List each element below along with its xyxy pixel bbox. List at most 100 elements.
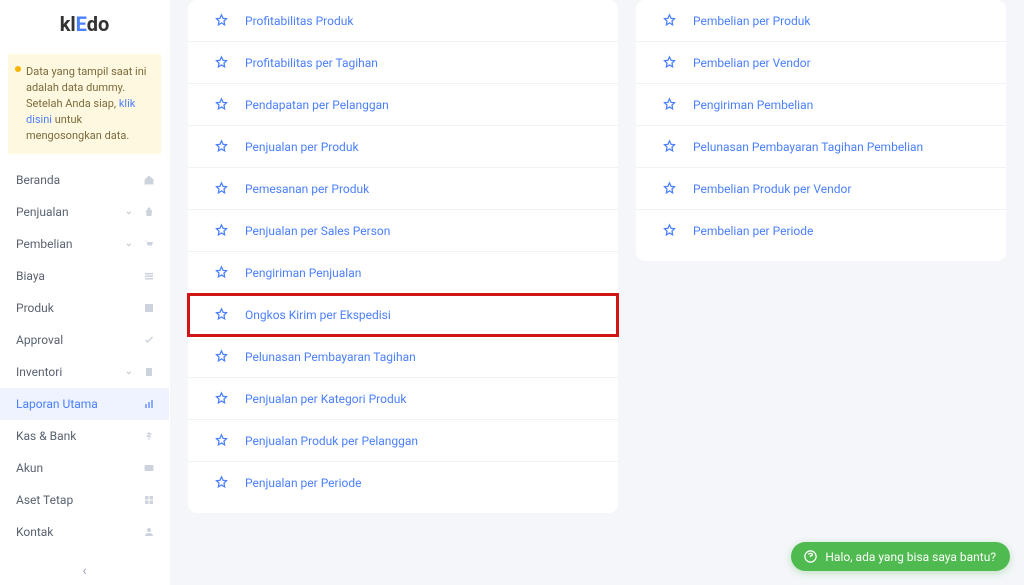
nav-item-label: Inventori	[16, 365, 125, 379]
report-item[interactable]: Pengiriman Penjualan	[188, 252, 618, 294]
nav-item-label: Kontak	[16, 525, 143, 539]
star-icon[interactable]	[214, 139, 229, 154]
sidebar-collapse[interactable]: ‹	[0, 557, 169, 585]
report-link[interactable]: Profitabilitas per Tagihan	[245, 56, 378, 70]
stack-icon	[143, 270, 155, 282]
user-icon	[143, 526, 155, 538]
logo-part2: do	[87, 12, 110, 36]
grid-icon	[143, 494, 155, 506]
star-icon[interactable]	[214, 13, 229, 28]
nav-item-inventori[interactable]: Inventori⌄	[0, 356, 169, 388]
report-card-right: Pembelian per Produk Pembelian per Vendor…	[636, 0, 1006, 261]
logo-part1: kl	[60, 12, 76, 36]
nav-item-label: Penjualan	[16, 205, 125, 219]
logo-accent: E	[76, 12, 87, 36]
star-icon[interactable]	[662, 223, 677, 238]
nav-item-label: Pembelian	[16, 237, 125, 251]
whatsapp-icon	[803, 549, 818, 564]
help-chat-button[interactable]: Halo, ada yang bisa saya bantu?	[791, 542, 1010, 571]
star-icon[interactable]	[214, 475, 229, 490]
report-item[interactable]: Ongkos Kirim per Ekspedisi	[188, 294, 618, 336]
nav-item-payroll[interactable]: Payroll⌄	[0, 548, 169, 557]
star-icon[interactable]	[214, 181, 229, 196]
report-item[interactable]: Pemesanan per Produk	[188, 168, 618, 210]
report-link[interactable]: Pelunasan Pembayaran Tagihan Pembelian	[693, 140, 923, 154]
star-icon[interactable]	[214, 55, 229, 70]
nav-item-kontak[interactable]: Kontak	[0, 516, 169, 548]
nav-item-penjualan[interactable]: Penjualan⌄	[0, 196, 169, 228]
report-link[interactable]: Pembelian per Produk	[693, 14, 810, 28]
nav-item-kas-bank[interactable]: Kas & Bank	[0, 420, 169, 452]
report-columns: Profitabilitas Produk Profitabilitas per …	[188, 0, 1006, 513]
nav-item-label: Beranda	[16, 173, 143, 187]
report-link[interactable]: Pengiriman Penjualan	[245, 266, 361, 280]
report-item[interactable]: Pembelian per Produk	[636, 0, 1006, 42]
report-item[interactable]: Pelunasan Pembayaran Tagihan Pembelian	[636, 126, 1006, 168]
report-link[interactable]: Penjualan per Periode	[245, 476, 362, 490]
nav-item-label: Approval	[16, 333, 143, 347]
star-icon[interactable]	[662, 139, 677, 154]
bag-icon	[143, 206, 155, 218]
star-icon[interactable]	[662, 55, 677, 70]
star-icon[interactable]	[214, 307, 229, 322]
report-item[interactable]: Pembelian Produk per Vendor	[636, 168, 1006, 210]
nav-item-biaya[interactable]: Biaya	[0, 260, 169, 292]
nav-item-approval[interactable]: Approval	[0, 324, 169, 356]
report-item[interactable]: Penjualan per Kategori Produk	[188, 378, 618, 420]
report-link[interactable]: Pengiriman Pembelian	[693, 98, 813, 112]
star-icon[interactable]	[214, 223, 229, 238]
report-link[interactable]: Penjualan per Kategori Produk	[245, 392, 406, 406]
report-item[interactable]: Profitabilitas Produk	[188, 0, 618, 42]
star-icon[interactable]	[214, 265, 229, 280]
nav-item-label: Kas & Bank	[16, 429, 143, 443]
report-link[interactable]: Pembelian per Periode	[693, 224, 813, 238]
card-icon	[143, 462, 155, 474]
nav-item-pembelian[interactable]: Pembelian⌄	[0, 228, 169, 260]
report-link[interactable]: Profitabilitas Produk	[245, 14, 353, 28]
report-item[interactable]: Pelunasan Pembayaran Tagihan	[188, 336, 618, 378]
report-link[interactable]: Penjualan per Sales Person	[245, 224, 390, 238]
report-item[interactable]: Penjualan per Produk	[188, 126, 618, 168]
chevron-left-icon: ‹	[82, 563, 86, 579]
nav-item-label: Laporan Utama	[16, 397, 143, 411]
report-link[interactable]: Pemesanan per Produk	[245, 182, 369, 196]
nav-item-aset-tetap[interactable]: Aset Tetap	[0, 484, 169, 516]
nav-item-label: Produk	[16, 301, 143, 315]
report-item[interactable]: Pendapatan per Pelanggan	[188, 84, 618, 126]
chevron-down-icon: ⌄	[125, 206, 133, 217]
star-icon[interactable]	[662, 13, 677, 28]
report-item[interactable]: Pengiriman Pembelian	[636, 84, 1006, 126]
dummy-data-notice: Data yang tampil saat ini adalah data du…	[8, 54, 161, 154]
report-link[interactable]: Pelunasan Pembayaran Tagihan	[245, 350, 416, 364]
report-item[interactable]: Profitabilitas per Tagihan	[188, 42, 618, 84]
content-area: Profitabilitas Produk Profitabilitas per …	[170, 0, 1024, 585]
nav-item-laporan-utama[interactable]: Laporan Utama	[0, 388, 169, 420]
chevron-down-icon: ⌄	[125, 238, 133, 249]
check-icon	[143, 334, 155, 346]
report-link[interactable]: Pembelian Produk per Vendor	[693, 182, 851, 196]
report-link[interactable]: Penjualan per Produk	[245, 140, 359, 154]
star-icon[interactable]	[214, 349, 229, 364]
nav-list: BerandaPenjualan⌄Pembelian⌄BiayaProdukAp…	[0, 160, 169, 557]
help-chat-label: Halo, ada yang bisa saya bantu?	[825, 550, 996, 564]
star-icon[interactable]	[214, 391, 229, 406]
nav-item-akun[interactable]: Akun	[0, 452, 169, 484]
report-item[interactable]: Penjualan per Periode	[188, 462, 618, 503]
star-icon[interactable]	[662, 181, 677, 196]
report-item[interactable]: Penjualan per Sales Person	[188, 210, 618, 252]
nav-item-beranda[interactable]: Beranda	[0, 164, 169, 196]
report-link[interactable]: Ongkos Kirim per Ekspedisi	[245, 308, 391, 322]
report-link[interactable]: Pembelian per Vendor	[693, 56, 811, 70]
star-icon[interactable]	[214, 433, 229, 448]
nav-item-produk[interactable]: Produk	[0, 292, 169, 324]
report-item[interactable]: Pembelian per Periode	[636, 210, 1006, 251]
report-link[interactable]: Penjualan Produk per Pelanggan	[245, 434, 418, 448]
report-link[interactable]: Pendapatan per Pelanggan	[245, 98, 389, 112]
star-icon[interactable]	[662, 97, 677, 112]
nav-item-label: Akun	[16, 461, 143, 475]
logo: klEdo	[0, 0, 169, 48]
report-item[interactable]: Pembelian per Vendor	[636, 42, 1006, 84]
report-card-left: Profitabilitas Produk Profitabilitas per …	[188, 0, 618, 513]
report-item[interactable]: Penjualan Produk per Pelanggan	[188, 420, 618, 462]
star-icon[interactable]	[214, 97, 229, 112]
